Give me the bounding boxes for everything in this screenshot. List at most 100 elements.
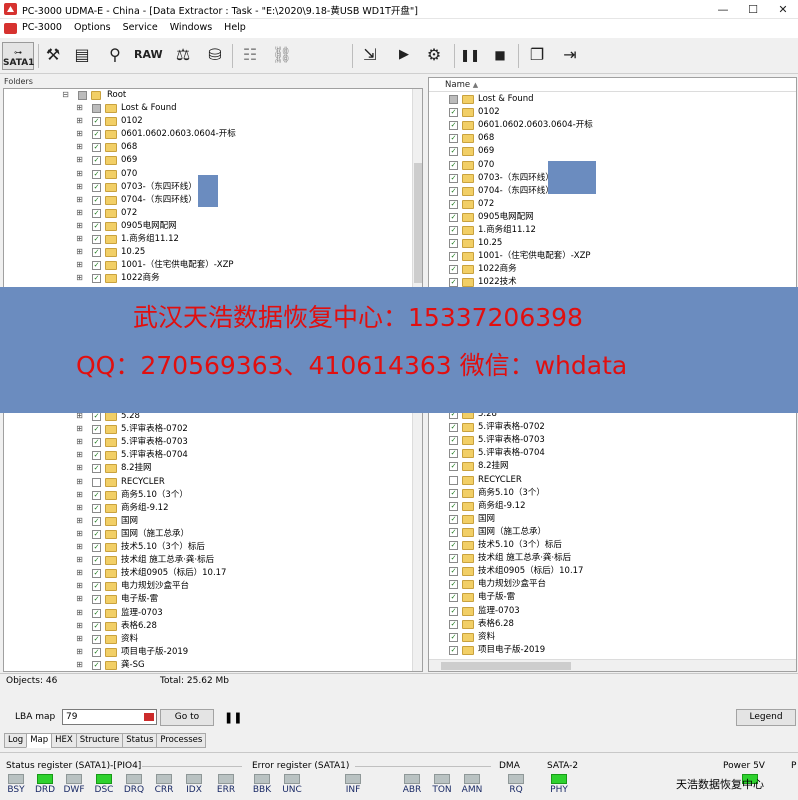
checkbox[interactable]: ✓: [92, 490, 101, 500]
expand-icon[interactable]: ⊞: [76, 130, 83, 138]
horizontal-scrollbar[interactable]: [429, 659, 796, 671]
expand-icon[interactable]: ⊞: [76, 582, 83, 590]
expand-icon[interactable]: ⊞: [76, 182, 83, 191]
checkbox[interactable]: ✓: [92, 464, 101, 474]
menu-help[interactable]: Help: [224, 22, 246, 33]
legend-button[interactable]: Legend: [736, 709, 796, 726]
checkbox[interactable]: ✓: [449, 488, 458, 498]
checkbox[interactable]: ✓: [92, 634, 101, 644]
checkbox[interactable]: ✓: [449, 554, 458, 564]
checkbox[interactable]: ✓: [92, 208, 101, 218]
checkbox[interactable]: ✓: [92, 582, 101, 592]
checkbox[interactable]: ✓: [92, 195, 101, 205]
expand-icon[interactable]: ⊞: [76, 569, 83, 577]
checkbox[interactable]: ✓: [92, 425, 101, 435]
expand-icon[interactable]: ⊞: [76, 425, 83, 433]
checkbox[interactable]: ✓: [92, 660, 101, 670]
checkbox[interactable]: ✓: [449, 239, 458, 249]
checkbox[interactable]: ✓: [92, 529, 101, 539]
checkbox[interactable]: ✓: [449, 449, 458, 459]
checkbox[interactable]: ✓: [92, 608, 101, 618]
pause-icon[interactable]: ❚❚: [224, 711, 242, 724]
expand-icon[interactable]: ⊞: [76, 451, 83, 459]
checkbox[interactable]: ✓: [449, 645, 458, 655]
checkbox[interactable]: ✓: [92, 143, 101, 153]
maximize-button[interactable]: ☐: [738, 0, 768, 19]
menu-pc3000[interactable]: PC-3000: [22, 22, 62, 33]
checkbox[interactable]: ✓: [449, 226, 458, 235]
checkbox[interactable]: ✓: [449, 541, 458, 550]
expand-icon[interactable]: ⊞: [76, 412, 83, 420]
checkbox[interactable]: [78, 91, 87, 100]
checkbox[interactable]: ✓: [92, 503, 101, 513]
expand-icon[interactable]: ⊞: [76, 143, 83, 151]
network-icon[interactable]: ⛓: [268, 42, 296, 70]
checkbox[interactable]: ✓: [92, 117, 101, 127]
tab-processes[interactable]: Processes: [156, 733, 207, 748]
expand-icon[interactable]: ⊞: [76, 117, 83, 125]
checkbox[interactable]: ✓: [92, 261, 101, 271]
checkbox[interactable]: ✓: [449, 160, 458, 170]
scroll-thumb[interactable]: [414, 163, 422, 283]
sata-port-button[interactable]: ⊶ SATA1: [2, 42, 34, 70]
stop-icon[interactable]: ■: [488, 42, 512, 70]
search-icon[interactable]: ⚲: [100, 42, 130, 70]
checkbox[interactable]: ✓: [92, 182, 101, 192]
expand-icon[interactable]: ⊞: [76, 195, 83, 204]
checkbox[interactable]: ✓: [92, 221, 101, 231]
windows-icon[interactable]: ❐: [524, 42, 550, 70]
expand-icon[interactable]: ⊞: [76, 208, 83, 217]
checkbox[interactable]: ✓: [449, 423, 458, 433]
expand-icon[interactable]: ⊞: [76, 156, 83, 164]
tools-icon[interactable]: ⚒: [42, 42, 64, 70]
tab-structure[interactable]: Structure: [75, 733, 124, 748]
checkbox[interactable]: ✓: [449, 199, 458, 209]
checkbox[interactable]: ✓: [449, 173, 458, 183]
checkbox[interactable]: ✓: [92, 451, 101, 461]
name-column-header[interactable]: Name ▲: [429, 78, 796, 92]
close-button[interactable]: ✕: [768, 0, 798, 19]
raw-button[interactable]: RAW: [134, 42, 163, 70]
expand-icon[interactable]: ⊞: [76, 647, 83, 656]
export-icon[interactable]: ⇲: [358, 42, 382, 70]
checkbox[interactable]: ✓: [449, 462, 458, 472]
play-icon[interactable]: ▶: [392, 42, 416, 70]
checkbox[interactable]: ✓: [449, 514, 458, 524]
expand-icon[interactable]: ⊞: [76, 595, 83, 603]
checkbox[interactable]: ✓: [92, 156, 101, 166]
expand-icon[interactable]: ⊞: [76, 608, 83, 617]
checkbox[interactable]: [92, 477, 101, 487]
expand-icon[interactable]: ⊞: [76, 261, 83, 269]
checkbox[interactable]: ✓: [449, 134, 458, 144]
checkbox[interactable]: ✓: [449, 147, 458, 157]
expand-icon[interactable]: ⊞: [76, 274, 83, 282]
expand-icon[interactable]: ⊞: [76, 464, 83, 472]
checkbox[interactable]: ✓: [92, 516, 101, 526]
tab-status[interactable]: Status: [122, 733, 158, 748]
checkbox[interactable]: ✓: [449, 121, 458, 131]
expand-icon[interactable]: ⊞: [76, 221, 83, 230]
tab-log[interactable]: Log: [4, 733, 28, 748]
minimize-button[interactable]: —: [708, 0, 738, 19]
checkbox[interactable]: ✓: [449, 436, 458, 446]
checkbox[interactable]: ✓: [92, 274, 101, 284]
checkbox[interactable]: ✓: [449, 593, 458, 603]
checkbox[interactable]: ✓: [449, 527, 458, 537]
menu-service[interactable]: Service: [123, 22, 158, 33]
checkbox[interactable]: ✓: [449, 212, 458, 222]
checkbox[interactable]: ✓: [92, 569, 101, 579]
expand-icon[interactable]: ⊞: [76, 634, 83, 643]
checkbox[interactable]: ✓: [92, 412, 101, 421]
expand-icon[interactable]: ⊞: [76, 503, 83, 512]
document-icon[interactable]: ▤: [70, 42, 94, 70]
expand-icon[interactable]: ⊞: [76, 516, 83, 525]
checkbox[interactable]: ✓: [449, 265, 458, 275]
tree-scan-icon[interactable]: ⚙: [420, 42, 448, 70]
expand-icon[interactable]: ⊞: [76, 543, 83, 551]
tree-icon[interactable]: ☷: [236, 42, 264, 70]
expand-icon[interactable]: ⊞: [76, 104, 83, 112]
checkbox[interactable]: [92, 104, 101, 113]
expand-icon[interactable]: ⊞: [76, 529, 83, 538]
checkbox[interactable]: ✓: [449, 252, 458, 262]
menu-options[interactable]: Options: [74, 22, 111, 33]
